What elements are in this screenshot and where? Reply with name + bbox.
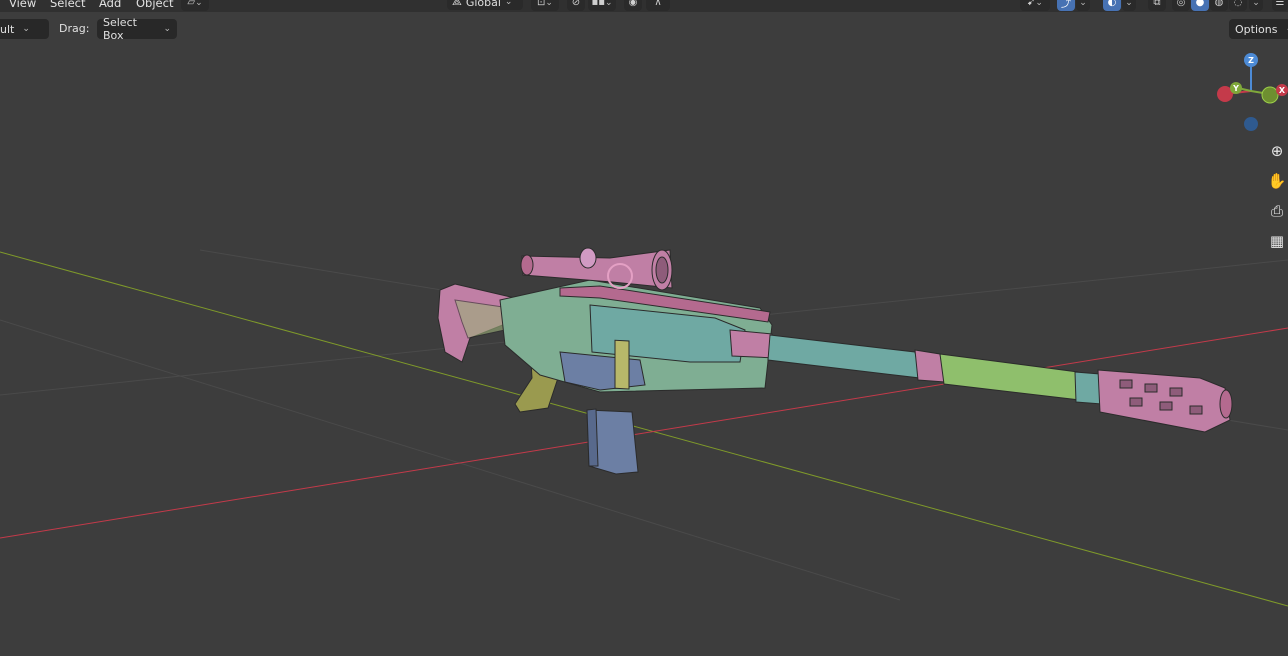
options-label: Options bbox=[1235, 22, 1278, 36]
gizmo-toggle-icon[interactable]: ⤴ bbox=[1057, 0, 1075, 11]
chevron-down-icon: ⌄ bbox=[504, 0, 513, 7]
gizmo-z-label: Z bbox=[1248, 56, 1254, 65]
snap-target-icon[interactable]: ▪▪ ⌄ bbox=[588, 0, 616, 11]
snap-icon[interactable]: ⊘ bbox=[567, 0, 585, 11]
falloff-icon[interactable]: ∧ bbox=[646, 0, 670, 11]
material-shading-icon[interactable]: ◍ bbox=[1210, 0, 1228, 11]
gizmo-y-label: Y bbox=[1232, 84, 1239, 93]
menu-view[interactable]: View bbox=[9, 0, 36, 10]
handguard-ring bbox=[614, 339, 630, 390]
gizmo-neg-z[interactable] bbox=[1244, 117, 1258, 131]
pivot-point-icon[interactable]: ⊡ ⌄ bbox=[531, 0, 559, 11]
orientation-value: Global bbox=[465, 0, 501, 9]
zoom-icon[interactable]: ⊕ bbox=[1266, 138, 1288, 164]
chevron-down-icon: ⌄ bbox=[22, 24, 30, 34]
viewport-canvas[interactable] bbox=[0, 0, 1288, 656]
wireframe-shading-icon[interactable]: ◎ bbox=[1172, 0, 1190, 11]
magazine-side bbox=[586, 408, 599, 467]
3d-viewport[interactable] bbox=[0, 0, 1288, 656]
navigation-gizmo[interactable]: Z Y X bbox=[1208, 48, 1288, 138]
drag-label: Drag: bbox=[59, 22, 90, 35]
chevron-down-icon: ⌄ bbox=[163, 24, 171, 34]
menu-select[interactable]: Select bbox=[50, 0, 85, 10]
mode-dropdown[interactable]: ult ⌄ bbox=[0, 19, 49, 39]
overlay-toggle-icon[interactable]: ◐ bbox=[1103, 0, 1121, 11]
rendered-shading-icon[interactable]: ◌ bbox=[1229, 0, 1247, 11]
shading-chevron-icon[interactable]: ⌄ bbox=[1249, 0, 1263, 11]
options-dropdown[interactable]: Options ⌄ bbox=[1229, 19, 1288, 39]
grid-ortho-icon[interactable]: ▦ bbox=[1266, 228, 1288, 254]
gizmo-chevron-icon[interactable]: ⌄ bbox=[1076, 0, 1090, 11]
object-mode-icon[interactable]: ▱ ⌄ bbox=[181, 0, 209, 11]
solid-shading-icon[interactable]: ● bbox=[1191, 0, 1209, 11]
top-header-bar: View Select Add Object ▱ ⌄ ⟁ Global ⌄ ⊡ … bbox=[0, 0, 1288, 12]
selectability-icon[interactable]: ➹ ⌄ bbox=[1020, 0, 1050, 11]
hand-pan-icon[interactable]: ✋ bbox=[1266, 168, 1288, 194]
menu-add[interactable]: Add bbox=[99, 0, 121, 10]
camera-icon[interactable]: ⎙ bbox=[1266, 198, 1288, 224]
barrel-part[interactable] bbox=[767, 334, 921, 379]
gizmo-x-label: X bbox=[1279, 86, 1286, 95]
transform-orientation-dropdown[interactable]: ⟁ Global ⌄ bbox=[447, 0, 523, 10]
sidebar-toggle-icon[interactable]: ☰ bbox=[1272, 0, 1288, 11]
muzzle-brake-part[interactable] bbox=[1097, 369, 1233, 433]
orientation-icon: ⟁ bbox=[452, 0, 462, 8]
drag-dropdown[interactable]: Select Box ⌄ bbox=[97, 16, 177, 42]
proportional-edit-icon[interactable]: ◉ bbox=[624, 0, 642, 11]
mode-value: ult bbox=[0, 22, 15, 36]
barrel-green-part[interactable] bbox=[939, 353, 1081, 401]
overlay-chevron-icon[interactable]: ⌄ bbox=[1122, 0, 1136, 11]
menu-object[interactable]: Object bbox=[136, 0, 173, 10]
xray-toggle-icon[interactable]: ⧉ bbox=[1148, 0, 1166, 11]
rifle-mesh[interactable] bbox=[437, 247, 1233, 475]
drag-value: Select Box bbox=[103, 16, 137, 42]
gizmo-neg-y[interactable] bbox=[1261, 86, 1279, 104]
